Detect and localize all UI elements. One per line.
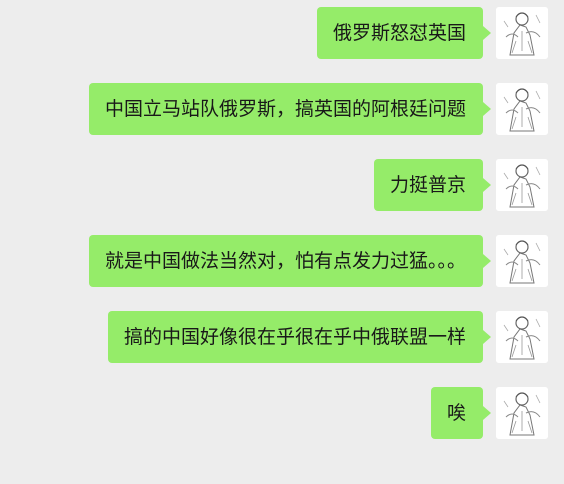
user-avatar-icon[interactable] — [496, 311, 548, 363]
user-avatar-icon[interactable] — [496, 7, 548, 59]
message-bubble[interactable]: 中国立马站队俄罗斯，搞英国的阿根廷问题 — [88, 83, 492, 135]
message-bubble[interactable]: 力挺普京 — [373, 159, 492, 211]
message-row: 搞的中国好像很在乎很在乎中俄联盟一样 — [107, 311, 548, 365]
user-avatar-icon[interactable] — [496, 387, 548, 439]
user-avatar-icon[interactable] — [496, 83, 548, 135]
message-row: 就是中国做法当然对，怕有点发力过猛。。。 — [88, 235, 548, 289]
message-bubble[interactable]: 就是中国做法当然对，怕有点发力过猛。。。 — [88, 235, 492, 287]
message-row: 中国立马站队俄罗斯，搞英国的阿根廷问题 — [88, 83, 548, 137]
message-bubble[interactable]: 搞的中国好像很在乎很在乎中俄联盟一样 — [107, 311, 492, 363]
message-bubble[interactable]: 俄罗斯怒怼英国 — [316, 7, 492, 59]
user-avatar-icon[interactable] — [496, 235, 548, 287]
message-bubble[interactable]: 唉 — [430, 387, 492, 439]
message-row: 唉 — [430, 387, 548, 441]
user-avatar-icon[interactable] — [496, 159, 548, 211]
message-row: 俄罗斯怒怼英国 — [316, 7, 548, 61]
message-row: 力挺普京 — [373, 159, 548, 213]
